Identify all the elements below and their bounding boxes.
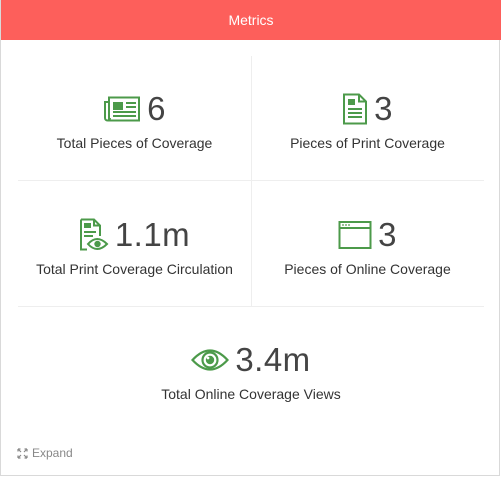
metric-label: Total Print Coverage Circulation <box>36 261 233 277</box>
panel-title: Metrics <box>1 0 501 40</box>
eye-icon <box>191 347 230 373</box>
newspaper-icon <box>103 96 141 122</box>
expand-arrows-icon <box>17 447 28 459</box>
metric-value: 3 <box>374 90 393 127</box>
metric-label: Total Online Coverage Views <box>161 386 341 402</box>
document-eye-icon <box>79 218 109 252</box>
metric-label: Total Pieces of Coverage <box>56 135 213 151</box>
document-icon <box>342 93 368 125</box>
browser-window-icon <box>338 220 372 250</box>
grid-divider-horizontal <box>18 306 484 307</box>
metric-value: 3 <box>378 216 397 253</box>
grid-divider-horizontal <box>18 180 484 181</box>
expand-button[interactable]: Expand <box>17 446 73 460</box>
metric-value: 6 <box>147 90 166 127</box>
metric-label: Pieces of Print Coverage <box>290 135 445 151</box>
metric-value: 1.1m <box>114 216 191 253</box>
expand-label: Expand <box>32 446 73 460</box>
metrics-panel: Metrics 6 Total Pieces of Coverage 3 Pie… <box>0 0 501 476</box>
metric-value: 3.4m <box>235 341 311 378</box>
metric-label: Pieces of Online Coverage <box>284 261 451 277</box>
